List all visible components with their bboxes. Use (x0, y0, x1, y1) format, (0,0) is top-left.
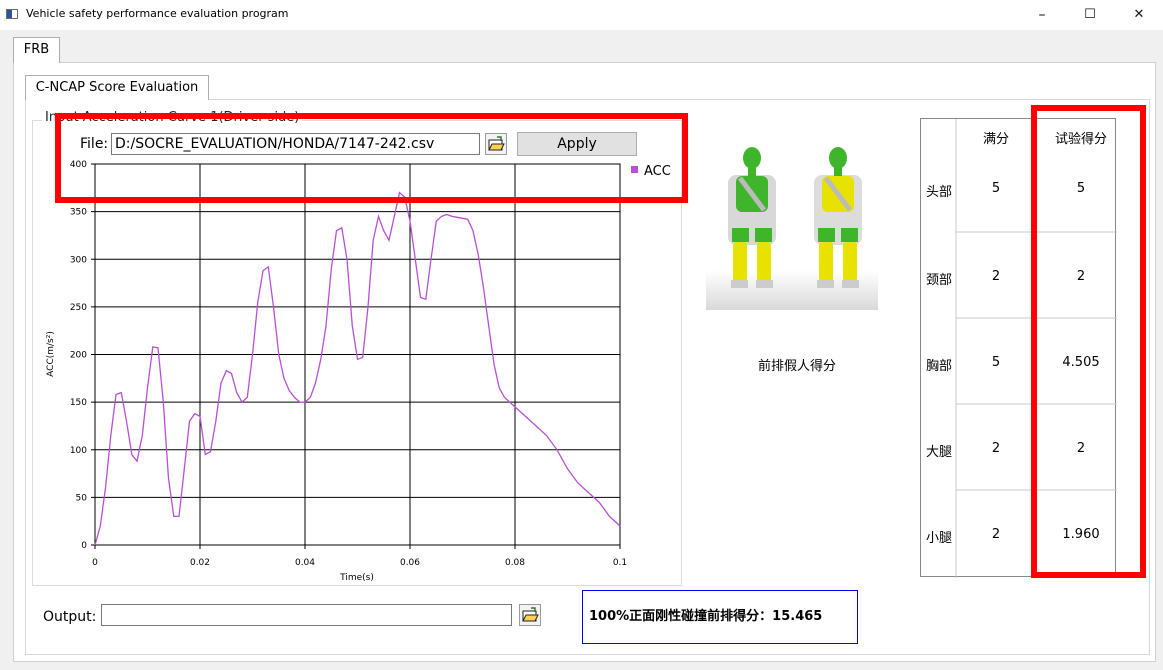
y-tick-label: 400 (70, 160, 87, 170)
x-axis-label: Time(s) (339, 573, 374, 583)
row-part-label: 胸部 (925, 359, 952, 374)
legend-label: ACC (644, 164, 671, 179)
row-test-score: 1.960 (1062, 527, 1100, 542)
row-test-score: 2 (1076, 269, 1086, 284)
row-part-label: 大腿 (925, 445, 952, 460)
x-tick-labels: 0 0.02 0.04 0.06 0.08 0.1 (92, 558, 627, 568)
x-tick-label: 0 (92, 558, 98, 568)
row-test-score: 5 (1076, 181, 1086, 196)
front-dummy-right (814, 147, 862, 288)
dummy-figure-image (706, 147, 878, 310)
x-tick-label: 0.04 (295, 558, 315, 568)
legend-swatch (631, 166, 638, 173)
y-tick-label: 250 (70, 303, 87, 313)
folder-open-icon (522, 607, 539, 622)
x-tick-label: 0.06 (400, 558, 420, 568)
row-full-score: 5 (991, 181, 1001, 196)
y-tick-label: 200 (70, 351, 87, 361)
y-tick-label: 0 (81, 541, 87, 551)
y-tick-label: 150 (70, 398, 87, 408)
y-axis-label: ACC(m/s²) (46, 331, 56, 377)
file-browse-button[interactable] (485, 133, 507, 155)
output-browse-button[interactable] (519, 604, 541, 626)
row-part-label: 头部 (925, 185, 952, 200)
row-test-score: 4.505 (1062, 355, 1100, 370)
apply-button[interactable]: Apply (517, 132, 637, 156)
tab-frb[interactable]: FRB (13, 37, 60, 63)
row-full-score: 5 (991, 355, 1001, 370)
dummy-caption: 前排假人得分 (757, 359, 836, 374)
x-tick-label: 0.1 (613, 558, 627, 568)
x-tick-label: 0.08 (505, 558, 525, 568)
output-path-input[interactable] (101, 604, 512, 626)
y-tick-label: 300 (70, 255, 87, 265)
folder-open-icon (488, 136, 505, 151)
file-path-input[interactable]: D:/SOCRE_EVALUATION/HONDA/7147-242.csv (111, 133, 480, 155)
header-test-score: 试验得分 (1054, 132, 1107, 147)
output-label: Output: (43, 609, 97, 625)
front-dummy-left (728, 147, 776, 288)
row-full-score: 2 (991, 527, 1001, 542)
row-full-score: 2 (991, 441, 1001, 456)
score-table: 满分 试验得分 头部 5 5 颈部 2 2 胸部 5 4.505 大腿 2 2 … (920, 118, 1117, 578)
y-tick-label: 100 (70, 446, 87, 456)
tab-cncap-score-evaluation[interactable]: C-NCAP Score Evaluation (25, 75, 209, 100)
y-tick-label: 350 (70, 208, 87, 218)
row-part-label: 小腿 (925, 531, 952, 546)
row-test-score: 2 (1076, 441, 1086, 456)
x-tick-label: 0.02 (190, 558, 210, 568)
row-full-score: 2 (991, 269, 1001, 284)
row-part-label: 颈部 (925, 273, 952, 288)
header-full-score: 满分 (982, 132, 1009, 147)
y-tick-labels: 0 50 100 150 200 250 300 350 400 (70, 160, 87, 551)
total-score-result: 100%正面刚性碰撞前排得分：15.465 (582, 590, 858, 644)
y-tick-label: 50 (76, 493, 88, 503)
file-label: File: (80, 136, 109, 152)
